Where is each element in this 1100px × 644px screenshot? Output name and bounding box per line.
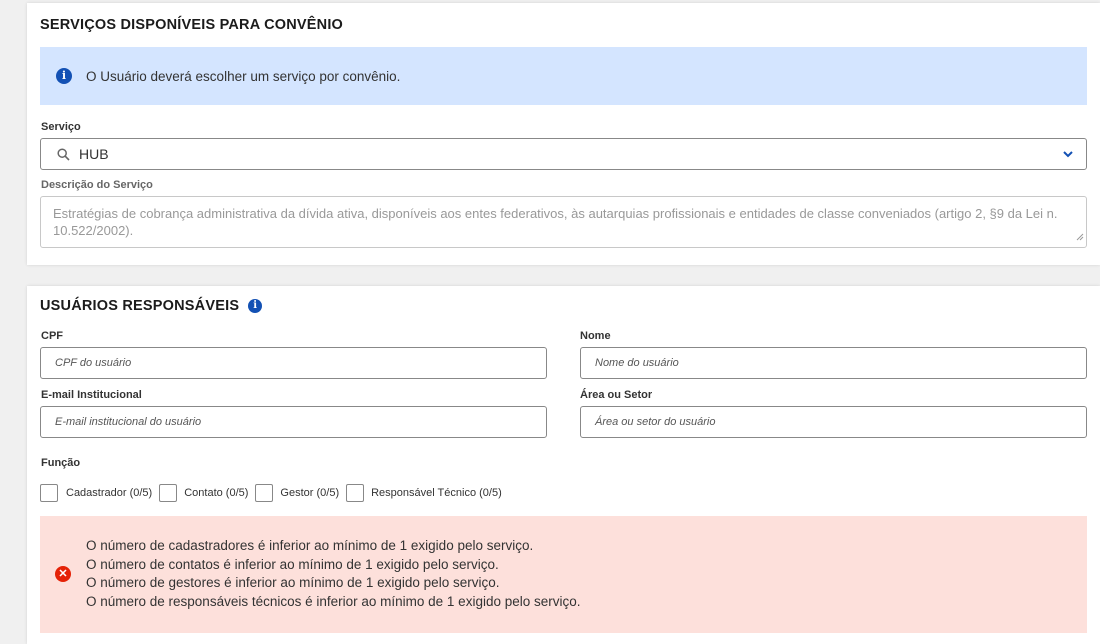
cpf-placeholder: CPF do usuário — [55, 357, 132, 369]
area-placeholder: Área ou setor do usuário — [595, 416, 716, 428]
error-message: O número de contatos é inferior ao mínim… — [86, 556, 499, 572]
checkbox-responsavel-tecnico[interactable] — [346, 484, 365, 502]
service-select[interactable]: HUB — [40, 138, 1087, 170]
cpf-input[interactable]: CPF do usuário — [40, 347, 547, 379]
error-messages: O número de cadastradores é inferior ao … — [86, 537, 581, 611]
info-message: O Usuário deverá escolher um serviço por… — [86, 68, 401, 84]
checkbox-label-responsavel-tecnico: Responsável Técnico (0/5) — [371, 487, 502, 499]
role-label: Função — [41, 457, 81, 469]
role-checkboxes: Cadastrador (0/5) Contato (0/5) Gestor (… — [40, 483, 509, 503]
description-textarea[interactable]: Estratégias de cobrança administrativa d… — [40, 196, 1087, 248]
email-placeholder: E-mail institucional do usuário — [55, 416, 202, 428]
name-placeholder: Nome do usuário — [595, 357, 679, 369]
users-section-title: USUÁRIOS RESPONSÁVEIS — [40, 298, 240, 314]
checkbox-label-cadastrador: Cadastrador (0/5) — [66, 487, 153, 499]
chevron-down-icon[interactable] — [1062, 147, 1074, 165]
name-input[interactable]: Nome do usuário — [580, 347, 1087, 379]
error-message: O número de cadastradores é inferior ao … — [86, 538, 534, 553]
description-label: Descrição do Serviço — [41, 179, 153, 191]
info-icon[interactable]: i — [248, 299, 263, 313]
info-icon: i — [56, 68, 72, 84]
error-message: O número de responsáveis técnicos é infe… — [86, 593, 581, 609]
checkbox-cadastrador[interactable] — [40, 484, 58, 502]
service-select-value: HUB — [79, 146, 109, 162]
users-section-header: USUÁRIOS RESPONSÁVEIS i — [40, 298, 263, 314]
checkbox-contato[interactable] — [159, 484, 178, 502]
checkbox-label-gestor: Gestor (0/5) — [280, 487, 340, 499]
users-card: USUÁRIOS RESPONSÁVEIS i CPF CPF do usuár… — [27, 286, 1100, 644]
error-x-icon: ✕ — [55, 566, 71, 582]
checkbox-gestor[interactable] — [255, 484, 274, 502]
name-label: Nome — [580, 330, 611, 342]
service-label: Serviço — [41, 121, 81, 133]
description-text: Estratégias de cobrança administrativa d… — [53, 206, 1058, 238]
area-label: Área ou Setor — [580, 389, 653, 401]
search-icon — [57, 148, 70, 161]
error-banner: ✕ O número de cadastradores é inferior a… — [40, 516, 1087, 633]
cpf-label: CPF — [41, 330, 63, 342]
services-card: SERVIÇOS DISPONÍVEIS PARA CONVÊNIO i O U… — [27, 3, 1100, 265]
error-message: O número de gestores é inferior ao mínim… — [86, 575, 500, 590]
area-input[interactable]: Área ou setor do usuário — [580, 406, 1087, 438]
info-banner: i O Usuário deverá escolher um serviço p… — [40, 47, 1087, 105]
checkbox-label-contato: Contato (0/5) — [184, 487, 249, 499]
email-label: E-mail Institucional — [41, 389, 142, 401]
resize-handle-icon[interactable] — [1076, 228, 1084, 245]
services-section-title: SERVIÇOS DISPONÍVEIS PARA CONVÊNIO — [40, 17, 344, 33]
email-input[interactable]: E-mail institucional do usuário — [40, 406, 547, 438]
